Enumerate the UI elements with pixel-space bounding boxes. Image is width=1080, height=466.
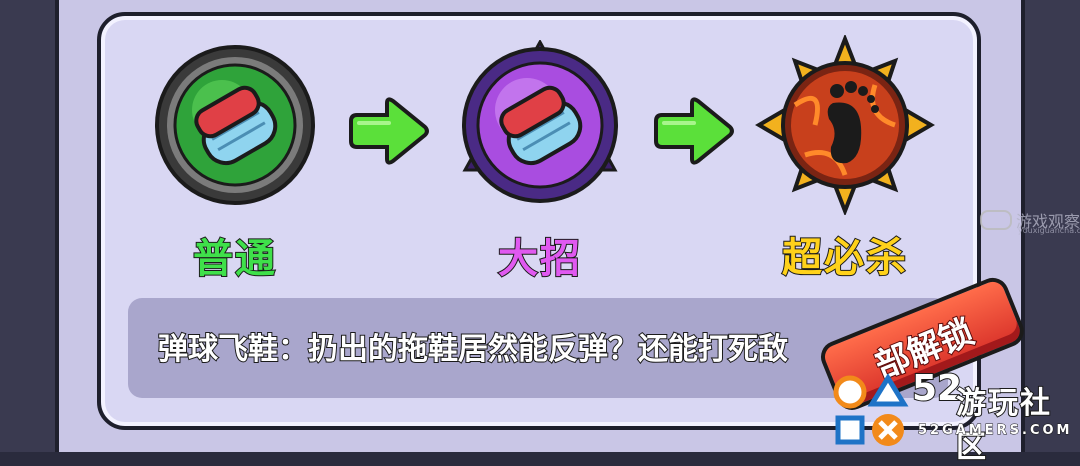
tier-super[interactable]: 超必杀 [755,35,935,283]
tier-label-normal: 普通 [192,235,277,283]
slipper-icon [155,45,315,205]
watermark-small-url: youxiguancha.com [1018,226,1080,235]
watermark-52gamers: 52 游玩社区 52GAMERS.COM [832,367,1080,466]
logo-site: 52GAMERS.COM [917,423,1073,439]
slipper-icon [462,40,618,203]
tier-ultimate[interactable]: 大招 [450,40,630,284]
background-left [0,0,60,452]
footprint-icon [755,35,935,215]
eye-logo-icon [980,210,1012,230]
arrow-right-icon [654,97,734,165]
arrow-right-icon [349,97,429,165]
skill-description: 弹球飞鞋：扔出的拖鞋居然能反弹？还能打死敌 [158,331,789,368]
gamepad-buttons-icon [833,374,909,446]
logo-number: 52 [911,367,963,410]
logo-title: 游玩社区 [955,385,1052,466]
tier-label-super: 超必杀 [781,234,908,282]
tier-label-ultimate: 大招 [497,235,582,283]
tier-normal[interactable]: 普通 [145,40,325,284]
